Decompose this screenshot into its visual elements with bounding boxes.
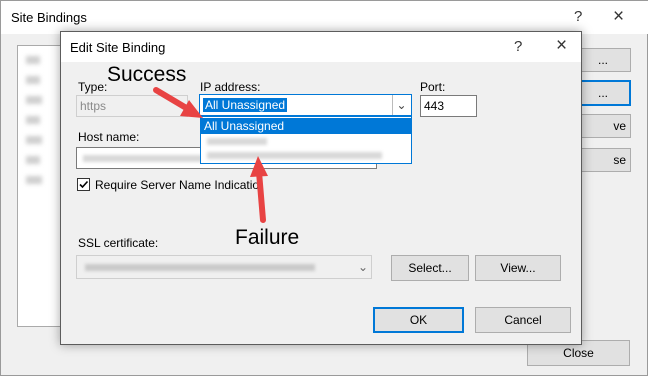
annotation-arrows [153, 87, 268, 223]
success-arrow [153, 87, 203, 118]
failure-arrow [250, 156, 268, 223]
